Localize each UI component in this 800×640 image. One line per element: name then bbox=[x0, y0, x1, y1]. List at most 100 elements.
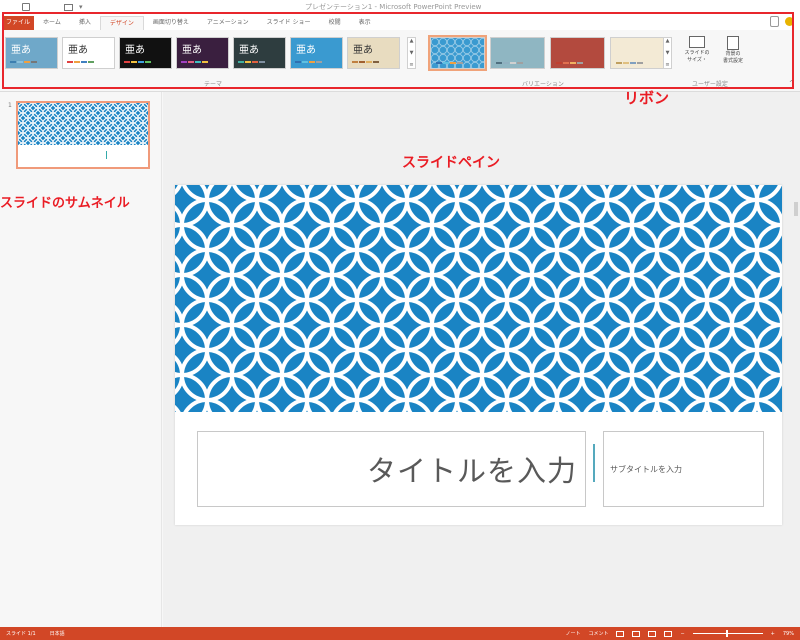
variant-option[interactable] bbox=[550, 37, 605, 69]
slide-count-status: スライド 1/1 bbox=[6, 631, 36, 637]
slide-sorter-icon[interactable] bbox=[632, 630, 641, 637]
thumbnail-pattern bbox=[18, 103, 148, 145]
theme-gallery-scroll[interactable]: ▲ ▼ ≡ bbox=[407, 37, 416, 69]
tab-view[interactable]: 表示 bbox=[350, 16, 380, 30]
thumbnail-number: 1 bbox=[8, 102, 12, 109]
gallery-more-icon[interactable]: ≡ bbox=[409, 62, 413, 68]
variant-gallery bbox=[428, 35, 665, 71]
tab-slideshow[interactable]: スライド ショー bbox=[258, 16, 320, 30]
tab-transitions[interactable]: 画面切り替え bbox=[144, 16, 198, 30]
theme-color-bars bbox=[124, 61, 151, 63]
variant-option[interactable] bbox=[610, 37, 665, 69]
theme-sample-text: 亜あ bbox=[296, 45, 316, 56]
start-presentation-icon[interactable] bbox=[64, 3, 73, 11]
variant-option[interactable] bbox=[428, 35, 487, 71]
scroll-up-icon[interactable]: ▲ bbox=[410, 38, 414, 44]
variant-option[interactable] bbox=[490, 37, 545, 69]
tab-design[interactable]: デザイン bbox=[99, 16, 144, 30]
save-icon[interactable] bbox=[22, 3, 30, 11]
ribbon-tabs: ファイル ホーム 挿入 デザイン 画面切り替え アニメーション スライド ショー… bbox=[0, 14, 800, 30]
title-placeholder-text: タイトルを入力 bbox=[366, 454, 577, 488]
zoom-in-icon[interactable]: + bbox=[771, 631, 775, 637]
theme-sample-text: 亜あ bbox=[125, 45, 145, 56]
title-bar: ▾ プレゼンテーション1 - Microsoft PowerPoint Prev… bbox=[0, 0, 800, 14]
theme-color-bars bbox=[295, 61, 322, 63]
theme-sample-text: 亜あ bbox=[68, 45, 88, 56]
annotation-slide-pane: スライドペイン bbox=[402, 155, 500, 171]
zoom-slider-thumb[interactable] bbox=[725, 630, 728, 637]
slide-size-button[interactable]: スライドの サイズ・ bbox=[682, 36, 712, 65]
scroll-up-icon[interactable]: ▲ bbox=[666, 38, 670, 44]
theme-gallery: 亜あ 亜あ 亜あ 亜あ 亜あ 亜あ 亜あ bbox=[5, 37, 400, 69]
annotation-ribbon: リボン bbox=[624, 89, 670, 107]
vertical-scrollbar[interactable] bbox=[794, 202, 798, 216]
customize-group: スライドの サイズ・ 背景の 書式設定 bbox=[682, 36, 748, 65]
scroll-down-icon[interactable]: ▼ bbox=[410, 50, 414, 56]
user-account-icon[interactable] bbox=[770, 16, 779, 27]
theme-option[interactable]: 亜あ bbox=[62, 37, 115, 69]
theme-option[interactable]: 亜あ bbox=[5, 37, 58, 69]
tab-review[interactable]: 校閲 bbox=[320, 16, 350, 30]
collapse-ribbon-icon[interactable]: ^ bbox=[789, 80, 794, 87]
language-status[interactable]: 日本語 bbox=[50, 630, 65, 637]
tab-file[interactable]: ファイル bbox=[2, 16, 34, 30]
ribbon: 亜あ 亜あ 亜あ 亜あ 亜あ 亜あ 亜あ ▲ ▼ ≡ ▲ ▼ ≡ スライドの サイズ・ 背景… bbox=[0, 30, 800, 92]
zoom-level[interactable]: 79% bbox=[783, 631, 794, 637]
theme-option[interactable]: 亜あ bbox=[347, 37, 400, 69]
annotation-thumbnail: スライドのサムネイル bbox=[0, 196, 130, 211]
tab-insert[interactable]: 挿入 bbox=[70, 16, 100, 30]
thumbnail-accent bbox=[106, 151, 107, 159]
theme-option[interactable]: 亜あ bbox=[119, 37, 172, 69]
slide-thumbnail-pane: 1 bbox=[0, 92, 162, 627]
theme-color-bars bbox=[181, 61, 208, 63]
theme-sample-text: 亜あ bbox=[239, 45, 259, 56]
variant-color-bars bbox=[556, 62, 583, 64]
variant-color-bars bbox=[496, 62, 523, 64]
slide-circle-pattern bbox=[175, 185, 782, 412]
theme-color-bars bbox=[10, 61, 37, 63]
theme-option[interactable]: 亜あ bbox=[176, 37, 229, 69]
gallery-more-icon[interactable]: ≡ bbox=[665, 62, 669, 68]
window-title: プレゼンテーション1 - Microsoft PowerPoint Previe… bbox=[305, 3, 482, 11]
zoom-slider[interactable] bbox=[692, 630, 763, 637]
variant-color-bars bbox=[436, 62, 463, 64]
status-bar: スライド 1/1 日本語 ノート コメント − + 79% bbox=[0, 627, 800, 640]
theme-option[interactable]: 亜あ bbox=[233, 37, 286, 69]
variant-gallery-scroll[interactable]: ▲ ▼ ≡ bbox=[663, 37, 672, 69]
theme-color-bars bbox=[238, 61, 265, 63]
theme-sample-text: 亜あ bbox=[182, 45, 202, 56]
slide-size-icon bbox=[689, 36, 705, 48]
theme-color-bars bbox=[67, 61, 94, 63]
variant-color-bars bbox=[616, 62, 643, 64]
redo-icon[interactable] bbox=[50, 3, 58, 11]
format-background-icon bbox=[727, 36, 739, 50]
slide-canvas[interactable]: タイトルを入力 サブタイトルを入力 bbox=[175, 185, 782, 525]
reading-view-icon[interactable] bbox=[648, 630, 657, 637]
variants-group-label: バリエーション bbox=[522, 81, 564, 88]
slide-pane: タイトルを入力 サブタイトルを入力 bbox=[163, 92, 800, 627]
tab-animations[interactable]: アニメーション bbox=[198, 16, 258, 30]
powerpoint-window: ▾ プレゼンテーション1 - Microsoft PowerPoint Prev… bbox=[0, 0, 800, 640]
customize-group-label: ユーザー設定 bbox=[692, 81, 728, 88]
subtitle-placeholder[interactable]: サブタイトルを入力 bbox=[603, 431, 764, 507]
title-accent-line bbox=[593, 444, 595, 482]
feedback-smile-icon[interactable] bbox=[785, 17, 794, 26]
subtitle-placeholder-text: サブタイトルを入力 bbox=[610, 464, 682, 474]
tab-home[interactable]: ホーム bbox=[34, 16, 70, 30]
format-background-button[interactable]: 背景の 書式設定 bbox=[718, 36, 748, 65]
title-placeholder[interactable]: タイトルを入力 bbox=[197, 431, 586, 507]
theme-sample-text: 亜あ bbox=[11, 45, 31, 56]
slideshow-view-icon[interactable] bbox=[664, 630, 673, 637]
themes-group-label: テーマ bbox=[204, 81, 223, 88]
normal-view-icon[interactable] bbox=[616, 630, 625, 637]
scroll-down-icon[interactable]: ▼ bbox=[666, 50, 670, 56]
notes-button[interactable]: ノート bbox=[565, 630, 580, 637]
zoom-out-icon[interactable]: − bbox=[680, 631, 684, 637]
theme-sample-text: 亜あ bbox=[353, 45, 373, 56]
theme-option[interactable]: 亜あ bbox=[290, 37, 343, 69]
slide-thumbnail[interactable] bbox=[16, 101, 150, 169]
undo-icon[interactable] bbox=[36, 3, 44, 11]
customize-toolbar-icon[interactable]: ▾ bbox=[79, 3, 83, 11]
theme-color-bars bbox=[352, 61, 379, 63]
comments-button[interactable]: コメント bbox=[588, 630, 608, 637]
